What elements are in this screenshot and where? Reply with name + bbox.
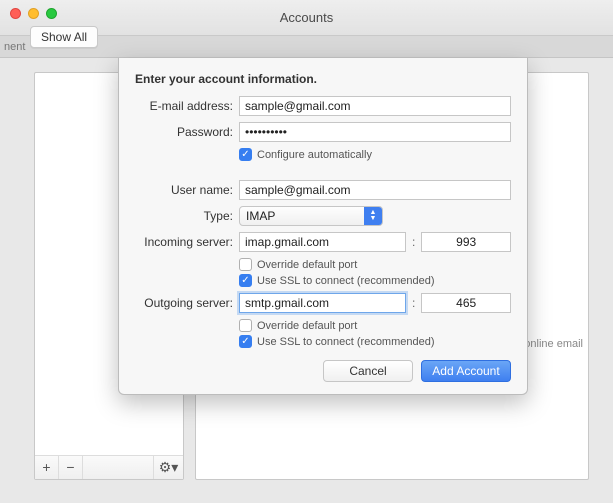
password-field[interactable] — [239, 122, 511, 142]
type-select[interactable]: IMAP ▲▼ — [239, 206, 383, 226]
type-value: IMAP — [246, 209, 275, 223]
window-controls — [10, 8, 57, 19]
incoming-server-field[interactable] — [239, 232, 406, 252]
cancel-button[interactable]: Cancel — [323, 360, 413, 382]
close-icon[interactable] — [10, 8, 21, 19]
remove-account-icon[interactable]: − — [59, 456, 83, 479]
ssl-incoming-checkbox[interactable]: ✓ — [239, 274, 252, 287]
window-title: Accounts — [0, 10, 613, 25]
label-incoming: Incoming server: — [135, 235, 233, 249]
colon: : — [412, 296, 415, 310]
label-type: Type: — [135, 209, 233, 223]
label-email: E-mail address: — [135, 99, 233, 113]
ssl-outgoing-checkbox[interactable]: ✓ — [239, 335, 252, 348]
incoming-port-field[interactable] — [421, 232, 511, 252]
user-field[interactable] — [239, 180, 511, 200]
sheet-heading: Enter your account information. — [135, 72, 511, 86]
override-outgoing-label: Override default port — [257, 320, 357, 332]
email-field[interactable] — [239, 96, 511, 116]
add-account-button[interactable]: Add Account — [421, 360, 511, 382]
ssl-outgoing-label: Use SSL to connect (recommended) — [257, 336, 435, 348]
zoom-icon[interactable] — [46, 8, 57, 19]
add-account-icon[interactable]: + — [35, 456, 59, 479]
account-list-footer: + − ⚙▾ — [35, 455, 183, 479]
override-outgoing-checkbox[interactable] — [239, 319, 252, 332]
override-incoming-checkbox[interactable] — [239, 258, 252, 271]
outgoing-port-field[interactable] — [421, 293, 511, 313]
account-info-sheet: Enter your account information. E-mail a… — [118, 58, 528, 395]
label-user: User name: — [135, 183, 233, 197]
gear-icon[interactable]: ⚙▾ — [153, 456, 183, 479]
label-outgoing: Outgoing server: — [135, 296, 233, 310]
ssl-incoming-label: Use SSL to connect (recommended) — [257, 275, 435, 287]
minimize-icon[interactable] — [28, 8, 39, 19]
colon: : — [412, 235, 415, 249]
override-incoming-label: Override default port — [257, 259, 357, 271]
toolbar-fragment: nent — [4, 41, 25, 53]
main-area: + − ⚙▾ online email Enter your account i… — [0, 58, 613, 503]
configure-auto-label: Configure automatically — [257, 149, 372, 161]
chevron-updown-icon: ▲▼ — [364, 207, 382, 225]
hint-fragment: online email — [524, 338, 583, 350]
configure-auto-checkbox[interactable]: ✓ — [239, 148, 252, 161]
outgoing-server-field[interactable] — [239, 293, 406, 313]
label-password: Password: — [135, 125, 233, 139]
show-all-button[interactable]: Show All — [30, 26, 98, 48]
